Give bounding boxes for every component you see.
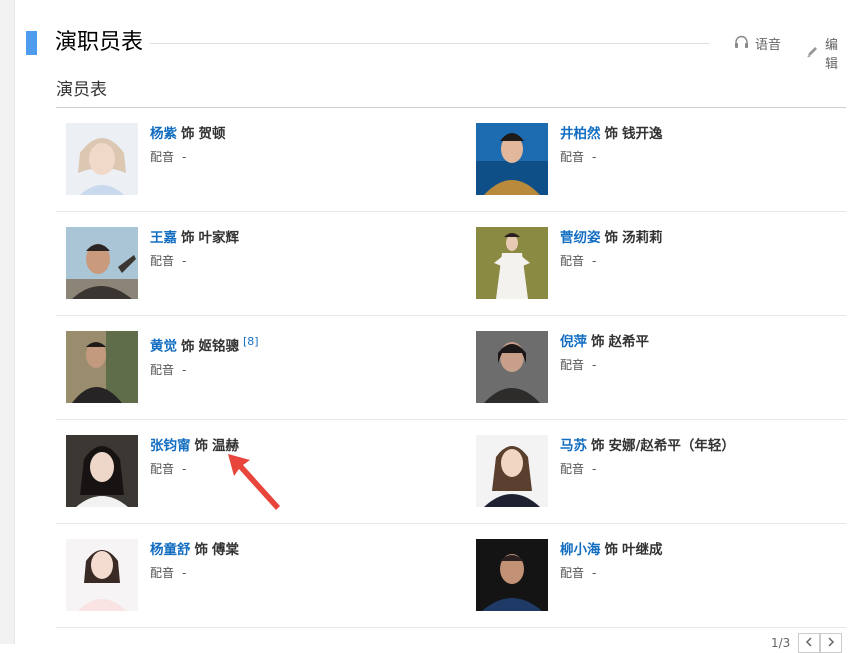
voice-button[interactable]: 语音 <box>734 34 781 53</box>
dub-label: 配音 <box>150 362 175 377</box>
verb-text: 饰 <box>604 542 619 558</box>
actor-link[interactable]: 杨童舒 <box>150 542 191 558</box>
cast-table-title: 演员表 <box>56 80 107 100</box>
pagination: 1/3 <box>771 633 843 653</box>
cast-item: 柳小海饰叶继成 配音 - <box>476 539 853 611</box>
dub-label: 配音 <box>150 254 175 268</box>
cast-row: 黄觉饰姬铭骢 [8] 配音 - 倪萍饰赵希平 配音 - <box>56 316 846 420</box>
dub-label: 配音 <box>560 566 585 580</box>
headphones-icon <box>734 35 749 53</box>
actor-photo[interactable] <box>66 331 138 403</box>
verb-text: 饰 <box>181 230 195 246</box>
actor-link[interactable]: 井柏然 <box>560 126 601 142</box>
cast-item: 菅纫姿饰汤莉莉 配音 - <box>476 227 853 299</box>
dub-value: - <box>592 566 597 580</box>
dub-label: 配音 <box>560 150 585 164</box>
verb-text: 饰 <box>604 126 619 142</box>
verb-text: 饰 <box>604 230 619 246</box>
dub-value: - <box>182 362 187 377</box>
cast-item: 倪萍饰赵希平 配音 - <box>476 331 853 403</box>
verb-text: 饰 <box>194 438 209 454</box>
dub-value: - <box>592 150 597 164</box>
verb-text: 饰 <box>181 126 195 142</box>
section-accent-bar <box>26 31 37 55</box>
dub-value: - <box>182 462 187 476</box>
actor-photo[interactable] <box>66 123 138 195</box>
role-name: 傅棠 <box>212 542 239 558</box>
actor-photo[interactable] <box>66 435 138 507</box>
actor-link[interactable]: 菅纫姿 <box>560 230 601 246</box>
chevron-left-icon <box>805 636 813 650</box>
role-name: 汤莉莉 <box>622 230 663 246</box>
pencil-icon <box>806 45 819 62</box>
dub-value: - <box>182 150 187 164</box>
cast-item: 王嘉饰叶家辉 配音 - <box>66 227 456 299</box>
dub-label: 配音 <box>150 150 175 164</box>
actor-photo[interactable] <box>476 123 548 195</box>
cast-list: 杨紫饰贺顿 配音 - 井柏然饰钱开逸 配音 - 王嘉饰叶家辉 配音 - 菅纫姿 … <box>56 108 846 628</box>
actor-link[interactable]: 马苏 <box>560 438 587 454</box>
dub-value: - <box>592 462 597 476</box>
cast-item: 马苏饰安娜/赵希平（年轻） 配音 - <box>476 435 853 507</box>
dub-value: - <box>182 254 187 268</box>
actor-link[interactable]: 王嘉 <box>150 230 177 246</box>
cast-row: 杨紫饰贺顿 配音 - 井柏然饰钱开逸 配音 - <box>56 108 846 212</box>
actor-photo[interactable] <box>66 227 138 299</box>
voice-label: 语音 <box>755 38 782 53</box>
actor-link[interactable]: 倪萍 <box>560 334 587 350</box>
section-divider <box>150 43 710 44</box>
actor-photo[interactable] <box>66 539 138 611</box>
dub-value: - <box>592 254 597 268</box>
left-rail <box>0 0 15 644</box>
role-name: 姬铭骢 <box>198 338 240 355</box>
cast-item: 黄觉饰姬铭骢 [8] 配音 - <box>66 331 456 403</box>
dub-label: 配音 <box>150 566 175 580</box>
dub-label: 配音 <box>150 462 175 476</box>
cast-item: 杨童舒饰傅棠 配音 - <box>66 539 456 611</box>
dub-value: - <box>182 566 187 580</box>
role-name: 安娜/赵希平（年轻） <box>608 438 735 454</box>
cast-row: 张钧甯饰温赫 配音 - 马苏饰安娜/赵希平（年轻） 配音 - <box>56 420 846 524</box>
role-name: 叶继成 <box>622 542 663 558</box>
verb-text: 饰 <box>194 542 209 558</box>
actor-link[interactable]: 杨紫 <box>150 126 177 142</box>
reference-link[interactable]: [8] <box>243 335 259 348</box>
cast-row: 王嘉饰叶家辉 配音 - 菅纫姿饰汤莉莉 配音 - <box>56 212 846 316</box>
dub-label: 配音 <box>560 254 585 268</box>
edit-label: 编辑 <box>825 38 839 72</box>
verb-text: 饰 <box>591 334 605 350</box>
annotation-arrow <box>228 454 284 516</box>
cast-row: 杨童舒饰傅棠 配音 - 柳小海饰叶继成 配音 - <box>56 524 846 628</box>
actor-photo[interactable] <box>476 435 548 507</box>
role-name: 赵希平 <box>608 334 650 350</box>
section-title: 演职员表 <box>55 30 144 55</box>
role-name: 钱开逸 <box>622 126 663 142</box>
actor-photo[interactable] <box>476 539 548 611</box>
edit-button[interactable]: 编辑 <box>806 34 846 72</box>
page-indicator: 1/3 <box>771 636 791 650</box>
role-name: 叶家辉 <box>198 230 240 246</box>
cast-item: 井柏然饰钱开逸 配音 - <box>476 123 853 195</box>
cast-item: 杨紫饰贺顿 配音 - <box>66 123 456 195</box>
actor-photo[interactable] <box>476 227 548 299</box>
section-header: 演职员表 语音 编辑 <box>26 30 846 72</box>
role-name: 贺顿 <box>198 126 226 142</box>
actor-link[interactable]: 张钧甯 <box>150 438 191 454</box>
actor-link[interactable]: 黄觉 <box>150 339 177 355</box>
dub-label: 配音 <box>560 358 585 372</box>
next-page-button[interactable] <box>820 633 843 653</box>
role-name: 温赫 <box>212 438 239 454</box>
verb-text: 饰 <box>181 338 195 355</box>
verb-text: 饰 <box>591 438 605 454</box>
actor-link[interactable]: 柳小海 <box>560 542 601 558</box>
dub-value: - <box>592 358 597 372</box>
actor-photo[interactable] <box>476 331 548 403</box>
prev-page-button[interactable] <box>798 633 821 653</box>
chevron-right-icon <box>827 636 835 650</box>
dub-label: 配音 <box>560 462 585 476</box>
